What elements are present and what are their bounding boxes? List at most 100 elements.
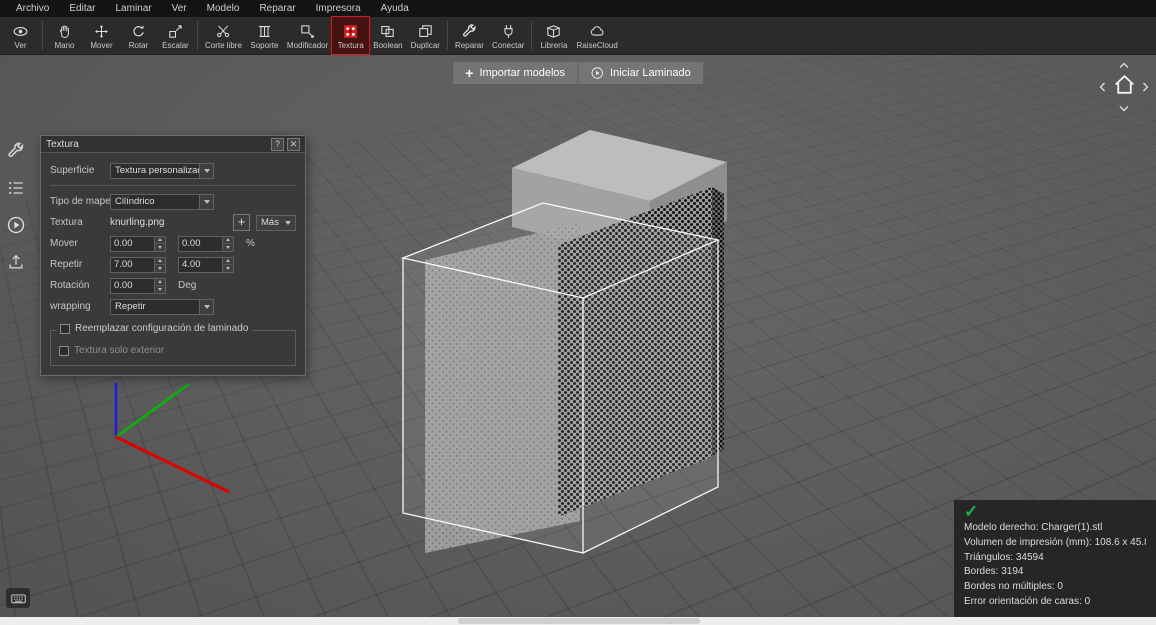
repair-icon — [461, 23, 478, 40]
toolbar-button-ver[interactable]: Ver — [2, 17, 39, 54]
info-face-orientation-errors: Error orientación de caras: 0 — [964, 595, 1146, 610]
chevron-left-icon[interactable] — [1097, 81, 1109, 93]
toolbar-button-soporte[interactable]: Soporte — [246, 17, 283, 54]
exterior-checkbox-row[interactable]: Textura solo exterior — [59, 345, 287, 356]
list-tool-button[interactable] — [6, 178, 26, 198]
info-non-manifold-edges: Bordes no múltiples: 0 — [964, 580, 1146, 595]
side-toolbar — [6, 141, 26, 272]
menu-ayuda[interactable]: Ayuda — [371, 0, 419, 17]
toolbar-label: Modificador — [287, 41, 328, 50]
toolbar-button-mover[interactable]: Mover — [83, 17, 120, 54]
menu-reparar[interactable]: Reparar — [249, 0, 305, 17]
toolbar-button-textura[interactable]: Textura — [332, 17, 369, 54]
close-icon[interactable]: ✕ — [287, 138, 300, 151]
repeat-y-stepper[interactable] — [178, 257, 234, 273]
menu-laminar[interactable]: Laminar — [105, 0, 161, 17]
more-texture-button[interactable]: Más — [256, 215, 296, 231]
stepper-arrows[interactable] — [222, 237, 233, 251]
toolbar-button-reparar[interactable]: Reparar — [451, 17, 488, 54]
keyboard-icon — [10, 590, 27, 607]
stepper-arrows[interactable] — [154, 237, 165, 251]
menu-ver[interactable]: Ver — [162, 0, 197, 17]
chevron-right-icon[interactable] — [1139, 81, 1151, 93]
preview-tool-button[interactable] — [6, 215, 26, 235]
toolbar-button-mano[interactable]: Mano — [46, 17, 83, 54]
move-y-input[interactable] — [179, 237, 222, 251]
move-y-stepper[interactable] — [178, 236, 234, 252]
chevron-down-icon[interactable] — [1118, 102, 1130, 114]
repeat-y-input[interactable] — [179, 258, 222, 272]
toolbar-label: Mano — [54, 41, 74, 50]
toolbar-label: Reparar — [455, 41, 484, 50]
menu-archivo[interactable]: Archivo — [6, 0, 59, 17]
texture-file-label: Textura — [50, 217, 110, 228]
toolbar-button-corte-libre[interactable]: Corte libre — [201, 17, 246, 54]
toolbar-label: Ver — [14, 41, 26, 50]
toolbar-button-libreria[interactable]: Librería — [535, 17, 572, 54]
eye-icon — [12, 23, 29, 40]
texture-dialog: Textura ? ✕ Superficie Textura personali… — [40, 135, 306, 376]
help-icon[interactable]: ? — [271, 138, 284, 151]
texture-dialog-title: Textura — [46, 139, 268, 150]
toolbar-button-modificador[interactable]: Modificador — [283, 17, 332, 54]
chevron-up-icon[interactable] — [1118, 60, 1130, 72]
repeat-x-input[interactable] — [111, 258, 154, 272]
add-texture-button[interactable]: + — [233, 214, 250, 231]
viewport-3d[interactable]: + Importar modelos Iniciar Laminado — [0, 55, 1156, 617]
menu-bar: Archivo Editar Laminar Ver Modelo Repara… — [0, 0, 1156, 17]
toolbar-button-conectar[interactable]: Conectar — [488, 17, 528, 54]
toolbar-button-escalar[interactable]: Escalar — [157, 17, 194, 54]
stepper-arrows[interactable] — [154, 279, 165, 293]
wrapping-select[interactable]: Repetir — [110, 299, 214, 315]
move-x-stepper[interactable] — [110, 236, 166, 252]
move-x-input[interactable] — [111, 237, 154, 251]
bottom-scrollbar[interactable] — [0, 617, 1156, 625]
import-models-button[interactable]: + Importar modelos — [453, 62, 577, 84]
toolbar-button-duplicar[interactable]: Duplicar — [407, 17, 444, 54]
menu-impresora[interactable]: Impresora — [306, 0, 371, 17]
toolbar-button-rotar[interactable]: Rotar — [120, 17, 157, 54]
rotation-input[interactable] — [111, 279, 154, 293]
toolbar-button-boolean[interactable]: Boolean — [369, 17, 406, 54]
surface-select[interactable]: Textura personalizada — [110, 163, 214, 179]
override-checkbox[interactable] — [60, 324, 70, 334]
wrapping-label: wrapping — [50, 301, 110, 312]
toolbar-label: Soporte — [250, 41, 278, 50]
axes-gizmo — [116, 383, 229, 492]
model-bounding-box[interactable] — [403, 203, 718, 553]
keyboard-shortcuts-button[interactable] — [6, 588, 30, 608]
mapping-value: Cilíndrico — [111, 195, 199, 209]
chevron-down-icon — [199, 300, 213, 314]
toolbar-label: Conectar — [492, 41, 524, 50]
texture-dialog-titlebar[interactable]: Textura ? ✕ — [41, 136, 305, 153]
stepper-arrows[interactable] — [154, 258, 165, 272]
stepper-arrows[interactable] — [222, 258, 233, 272]
surface-value: Textura personalizada — [111, 164, 199, 178]
exterior-checkbox[interactable] — [59, 346, 69, 356]
wrapping-value: Repetir — [111, 300, 199, 314]
texture-file-row: Textura knurling.png + Más — [50, 212, 296, 233]
menu-modelo[interactable]: Modelo — [197, 0, 250, 17]
duplicate-icon — [417, 23, 434, 40]
rotation-stepper[interactable] — [110, 278, 166, 294]
rotate-icon — [130, 23, 147, 40]
list-icon — [6, 178, 26, 198]
toolbar-label: Duplicar — [411, 41, 440, 50]
scrollbar-thumb[interactable] — [458, 618, 700, 624]
toolbar: Ver Mano Mover Rotar Escalar Corte libre… — [0, 17, 1156, 55]
exterior-label: Textura solo exterior — [74, 345, 164, 356]
override-checkbox-row[interactable]: Reemplazar configuración de laminado — [56, 323, 252, 334]
cloud-icon — [589, 23, 606, 40]
export-tool-button[interactable] — [6, 252, 26, 272]
repeat-x-stepper[interactable] — [110, 257, 166, 273]
model-info-panel: ✓ Modelo derecho: Charger(1).stl Volumen… — [954, 500, 1156, 617]
home-icon — [1112, 72, 1137, 97]
menu-editar[interactable]: Editar — [59, 0, 105, 17]
toolbar-label: Corte libre — [205, 41, 242, 50]
start-slicing-button[interactable]: Iniciar Laminado — [578, 62, 703, 84]
toolbar-button-raisecloud[interactable]: RaiseCloud — [572, 17, 621, 54]
adjust-tool-button[interactable] — [6, 141, 26, 161]
mapping-select[interactable]: Cilíndrico — [110, 194, 214, 210]
app-window: Archivo Editar Laminar Ver Modelo Repara… — [0, 0, 1156, 625]
home-view-button[interactable] — [1112, 72, 1137, 102]
